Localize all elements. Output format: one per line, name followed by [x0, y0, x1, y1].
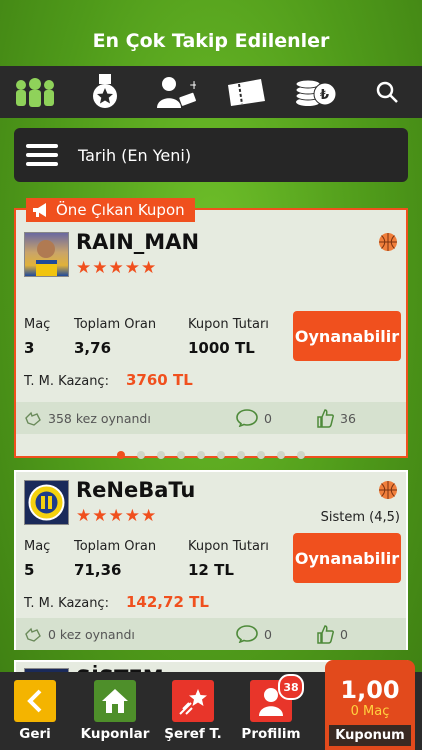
page-dot[interactable] [257, 451, 265, 459]
comment-icon [236, 625, 258, 643]
kuponum-value: 1,00 [340, 676, 400, 704]
chevron-left-icon [27, 689, 42, 713]
played-count: 0 kez oynandı [24, 626, 135, 642]
notification-badge: 38 [278, 674, 304, 700]
coupon-card[interactable]: ReNeBaTu ★★★★★ Sistem (4,5) Maç 5 Toplam… [14, 470, 408, 650]
comments-text: 0 [264, 410, 272, 426]
likes-text: 36 [340, 410, 356, 426]
kazanc-label: T. M. Kazanç: [24, 374, 109, 389]
kuponlar-label: Kuponlar [80, 726, 150, 742]
oran-value: 3,76 [74, 339, 112, 357]
sort-dropdown[interactable]: Tarih (En Yeni) [14, 128, 408, 182]
page-dot[interactable] [137, 451, 145, 459]
pagination-dots [16, 444, 406, 463]
system-label: Sistem (4,5) [320, 510, 400, 525]
played-text: 0 kez oynandı [48, 626, 135, 642]
played-count: 358 kez oynandı [24, 410, 151, 426]
hand-icon [25, 627, 41, 642]
tutar-value: 12 TL [188, 561, 234, 579]
kazanc-value: 3760 TL [126, 371, 193, 389]
mac-value: 3 [24, 339, 35, 357]
mac-label: Maç [24, 539, 51, 554]
card-stats: 0 kez oynandı 0 0 [16, 618, 406, 650]
page-dot[interactable] [217, 451, 225, 459]
search-icon[interactable] [363, 72, 411, 112]
thumbs-up-icon [317, 625, 334, 644]
rating-stars: ★★★★★ [76, 506, 158, 526]
svg-text:+: + [189, 78, 196, 92]
card-stats: 358 kez oynandı 0 36 [16, 402, 406, 434]
kazanc-value: 142,72 TL [126, 593, 209, 611]
ticket-icon[interactable] [222, 72, 270, 112]
menu-icon [26, 139, 58, 171]
mac-label: Maç [24, 317, 51, 332]
avatar[interactable] [24, 232, 69, 277]
featured-badge: Öne Çıkan Kupon [26, 198, 195, 222]
page-dot[interactable] [297, 451, 305, 459]
featured-label: Öne Çıkan Kupon [56, 201, 185, 219]
seref-label: Şeref T. [164, 726, 222, 742]
oran-value: 71,36 [74, 561, 122, 579]
shooting-star-icon [179, 689, 207, 715]
played-text: 358 kez oynandı [48, 410, 151, 426]
page-dot[interactable] [197, 451, 205, 459]
hand-icon [25, 411, 41, 426]
tutar-value: 1000 TL [188, 339, 255, 357]
add-user-icon[interactable]: + [152, 72, 200, 112]
category-toolbar: + ₺ [0, 66, 422, 118]
comment-count[interactable]: 0 [236, 409, 272, 427]
seref-button[interactable]: Şeref T. [158, 680, 228, 742]
thumbs-up-icon [317, 409, 334, 428]
kuponum-button[interactable]: 1,00 0 Maç Kuponum [325, 660, 415, 750]
tutar-label: Kupon Tutarı [188, 317, 269, 332]
profilim-button[interactable]: 38 Profilim [236, 674, 306, 742]
page-dot[interactable] [237, 451, 245, 459]
likes-text: 0 [340, 626, 348, 642]
like-count[interactable]: 36 [316, 408, 356, 428]
username[interactable]: RAIN_MAN [76, 230, 199, 254]
rating-stars: ★★★★★ [76, 258, 158, 278]
basketball-icon [379, 481, 397, 499]
comments-text: 0 [264, 626, 272, 642]
back-button[interactable]: Geri [0, 680, 70, 742]
comment-count[interactable]: 0 [236, 625, 272, 643]
svg-text:₺: ₺ [320, 88, 329, 103]
coupon-card[interactable]: Öne Çıkan Kupon RAIN_MAN ★★★★★ Maç 3 Top… [14, 198, 408, 459]
oran-label: Toplam Oran [74, 539, 157, 554]
profilim-label: Profilim [241, 726, 301, 742]
basketball-icon [379, 233, 397, 251]
page-dot[interactable] [117, 451, 125, 459]
kuponlar-button[interactable]: Kuponlar [80, 680, 150, 742]
users-icon[interactable] [11, 72, 59, 112]
play-button[interactable]: Oynanabilir [293, 311, 401, 361]
avatar[interactable] [24, 480, 69, 525]
tutar-label: Kupon Tutarı [188, 539, 269, 554]
oran-label: Toplam Oran [74, 317, 157, 332]
comment-icon [236, 409, 258, 427]
page-dot[interactable] [157, 451, 165, 459]
username[interactable]: ReNeBaTu [76, 478, 195, 502]
back-label: Geri [19, 726, 51, 742]
page-dot[interactable] [177, 451, 185, 459]
page-title: En Çok Takip Edilenler [92, 30, 330, 52]
sort-label: Tarih (En Yeni) [78, 145, 192, 165]
mac-value: 5 [24, 561, 35, 579]
coins-icon[interactable]: ₺ [292, 72, 340, 112]
kuponum-mac: 0 Maç [350, 704, 390, 719]
like-count[interactable]: 0 [316, 624, 348, 644]
kazanc-label: T. M. Kazanç: [24, 596, 109, 611]
medal-icon[interactable] [81, 72, 129, 112]
kuponum-label: Kuponum [329, 725, 411, 746]
page-dot[interactable] [277, 451, 285, 459]
megaphone-icon [33, 203, 46, 217]
home-icon [102, 689, 128, 713]
play-button[interactable]: Oynanabilir [293, 533, 401, 583]
